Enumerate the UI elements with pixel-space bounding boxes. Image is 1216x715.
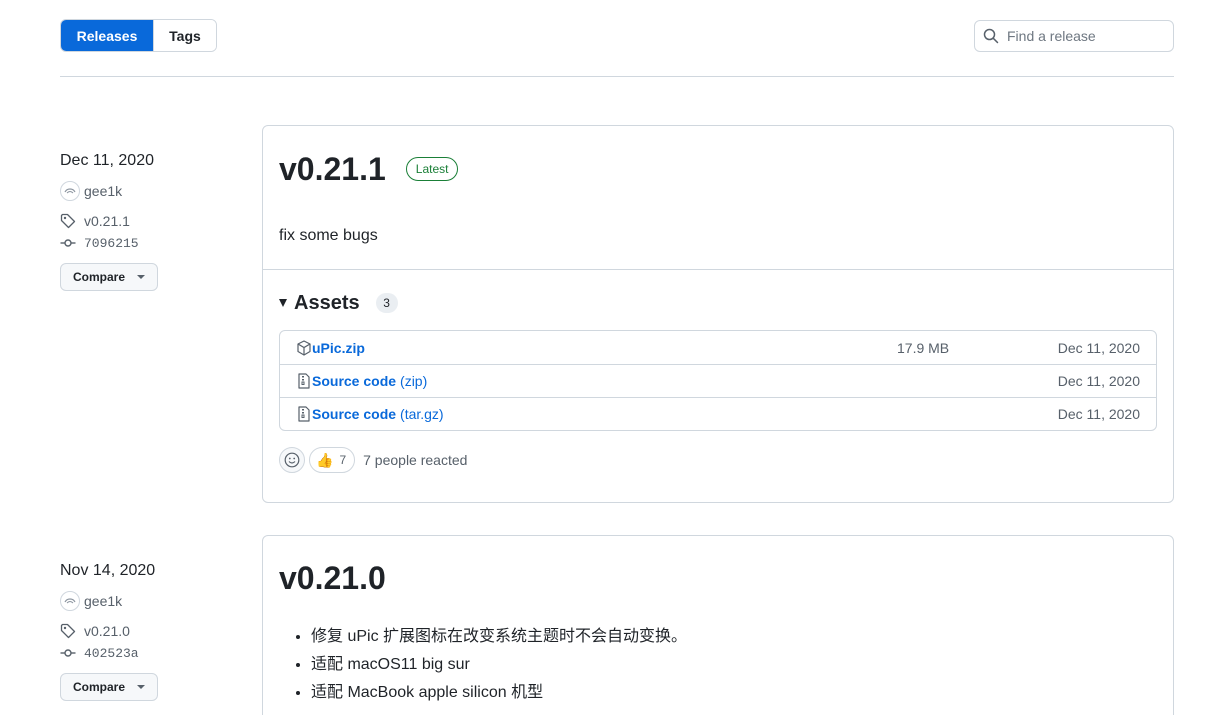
release-commit[interactable]: 7096215 bbox=[60, 233, 250, 253]
tag-name[interactable]: v0.21.0 bbox=[84, 623, 130, 639]
compare-button[interactable]: Compare bbox=[60, 673, 158, 701]
file-zip-icon bbox=[298, 406, 310, 422]
search-icon bbox=[983, 28, 999, 44]
commit-icon bbox=[60, 649, 76, 657]
list-item: 适配 macOS11 big sur bbox=[311, 651, 1157, 679]
releases-toolbar: Releases Tags bbox=[60, 19, 1174, 53]
release-card: v0.21.0 修复 uPic 扩展图标在改变系统主题时不会自动变换。 适配 m… bbox=[262, 535, 1174, 715]
asset-date: Dec 11, 2020 bbox=[1057, 339, 1140, 356]
thumbs-up-reaction[interactable]: 👍 7 bbox=[309, 447, 356, 473]
tag-name[interactable]: v0.21.1 bbox=[84, 213, 130, 229]
release-meta: Nov 14, 2020 gee1k v0.21.0 402523a Compa… bbox=[60, 560, 250, 701]
tab-releases[interactable]: Releases bbox=[61, 20, 153, 51]
chevron-down-icon bbox=[137, 685, 146, 689]
commit-icon bbox=[60, 239, 76, 247]
author-name[interactable]: gee1k bbox=[84, 593, 122, 609]
asset-name[interactable]: Source code bbox=[312, 373, 396, 389]
author-name[interactable]: gee1k bbox=[84, 183, 122, 199]
release-search[interactable] bbox=[974, 20, 1174, 52]
release-title[interactable]: v0.21.1 bbox=[279, 151, 386, 188]
release-title[interactable]: v0.21.0 bbox=[279, 560, 386, 597]
reaction-count: 7 bbox=[339, 453, 347, 467]
assets-list: uPic.zip 17.9 MB Dec 11, 2020 Source cod… bbox=[279, 330, 1157, 431]
compare-label: Compare bbox=[73, 270, 126, 284]
tag-icon bbox=[60, 213, 76, 229]
smiley-icon bbox=[284, 452, 300, 468]
release-date: Nov 14, 2020 bbox=[60, 562, 156, 579]
assets-toggle[interactable]: Assets 3 bbox=[279, 291, 1157, 315]
thumbs-up-icon: 👍 bbox=[316, 451, 334, 468]
assets-label: Assets bbox=[294, 291, 360, 314]
asset-date: Dec 11, 2020 bbox=[1057, 406, 1140, 422]
add-reaction-button[interactable] bbox=[279, 447, 305, 473]
list-item: 适配 MacBook apple silicon 机型 bbox=[311, 679, 1157, 707]
release-notes-list: 修复 uPic 扩展图标在改变系统主题时不会自动变换。 适配 macOS11 b… bbox=[311, 623, 1157, 707]
release-notes: fix some bugs bbox=[279, 227, 378, 244]
releases-tags-switch: Releases Tags bbox=[60, 19, 217, 52]
release-commit[interactable]: 402523a bbox=[60, 643, 250, 663]
reactions-bar: 👍 7 7 people reacted bbox=[279, 447, 1157, 473]
latest-badge: Latest bbox=[405, 157, 459, 181]
tag-icon bbox=[60, 623, 76, 639]
toolbar-divider bbox=[60, 76, 1174, 77]
asset-row[interactable]: Source code (zip) Dec 11, 2020 bbox=[280, 364, 1156, 397]
package-icon bbox=[297, 339, 311, 356]
avatar[interactable] bbox=[60, 181, 80, 201]
commit-sha[interactable]: 7096215 bbox=[84, 236, 139, 251]
asset-row[interactable]: Source code (tar.gz) Dec 11, 2020 bbox=[280, 397, 1156, 430]
avatar-icon bbox=[64, 188, 76, 194]
search-input[interactable] bbox=[1007, 28, 1167, 44]
avatar[interactable] bbox=[60, 591, 80, 611]
asset-name[interactable]: uPic.zip bbox=[312, 340, 365, 356]
tab-tags[interactable]: Tags bbox=[153, 20, 216, 51]
release-card: v0.21.1 Latest fix some bugs Assets 3 uP… bbox=[262, 125, 1174, 503]
release-tag[interactable]: v0.21.1 bbox=[60, 211, 250, 231]
reaction-summary: 7 people reacted bbox=[363, 452, 468, 468]
release-meta: Dec 11, 2020 gee1k v0.21.1 7096215 Compa… bbox=[60, 150, 250, 291]
chevron-down-icon bbox=[137, 275, 146, 279]
avatar-icon bbox=[64, 598, 76, 604]
release-author[interactable]: gee1k bbox=[60, 181, 250, 201]
compare-label: Compare bbox=[73, 680, 126, 694]
asset-date: Dec 11, 2020 bbox=[1057, 373, 1140, 389]
release-date: Dec 11, 2020 bbox=[60, 152, 154, 169]
file-zip-icon bbox=[298, 373, 310, 389]
asset-suffix[interactable]: (tar.gz) bbox=[400, 406, 444, 422]
compare-button[interactable]: Compare bbox=[60, 263, 158, 291]
list-item: 修复 uPic 扩展图标在改变系统主题时不会自动变换。 bbox=[311, 623, 1157, 651]
asset-row[interactable]: uPic.zip 17.9 MB Dec 11, 2020 bbox=[280, 331, 1156, 364]
commit-sha[interactable]: 402523a bbox=[84, 646, 139, 661]
release-tag[interactable]: v0.21.0 bbox=[60, 621, 250, 641]
asset-size: 17.9 MB bbox=[897, 339, 950, 356]
release-author[interactable]: gee1k bbox=[60, 591, 250, 611]
triangle-down-icon bbox=[279, 299, 287, 307]
asset-name[interactable]: Source code bbox=[312, 406, 396, 422]
asset-suffix[interactable]: (zip) bbox=[400, 373, 427, 389]
assets-count: 3 bbox=[375, 293, 398, 313]
